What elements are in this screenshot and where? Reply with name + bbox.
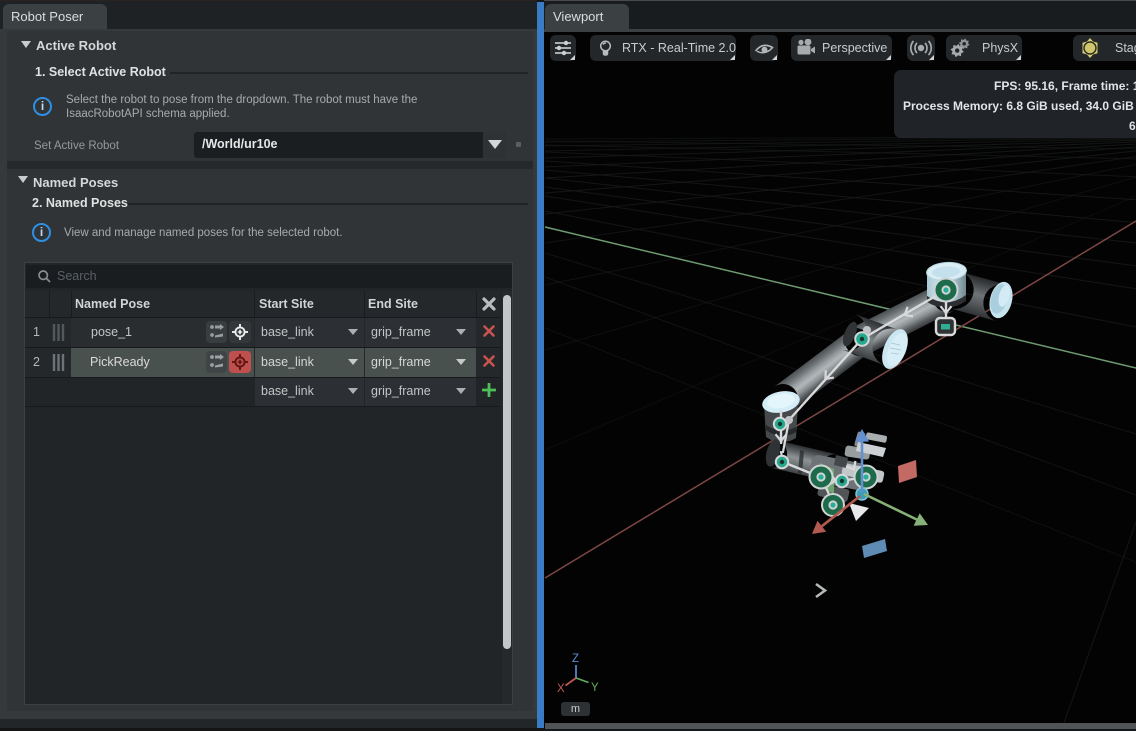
svg-text:X: X (557, 683, 565, 695)
svg-text:Y: Y (591, 682, 599, 694)
svg-text:Z: Z (572, 653, 579, 665)
